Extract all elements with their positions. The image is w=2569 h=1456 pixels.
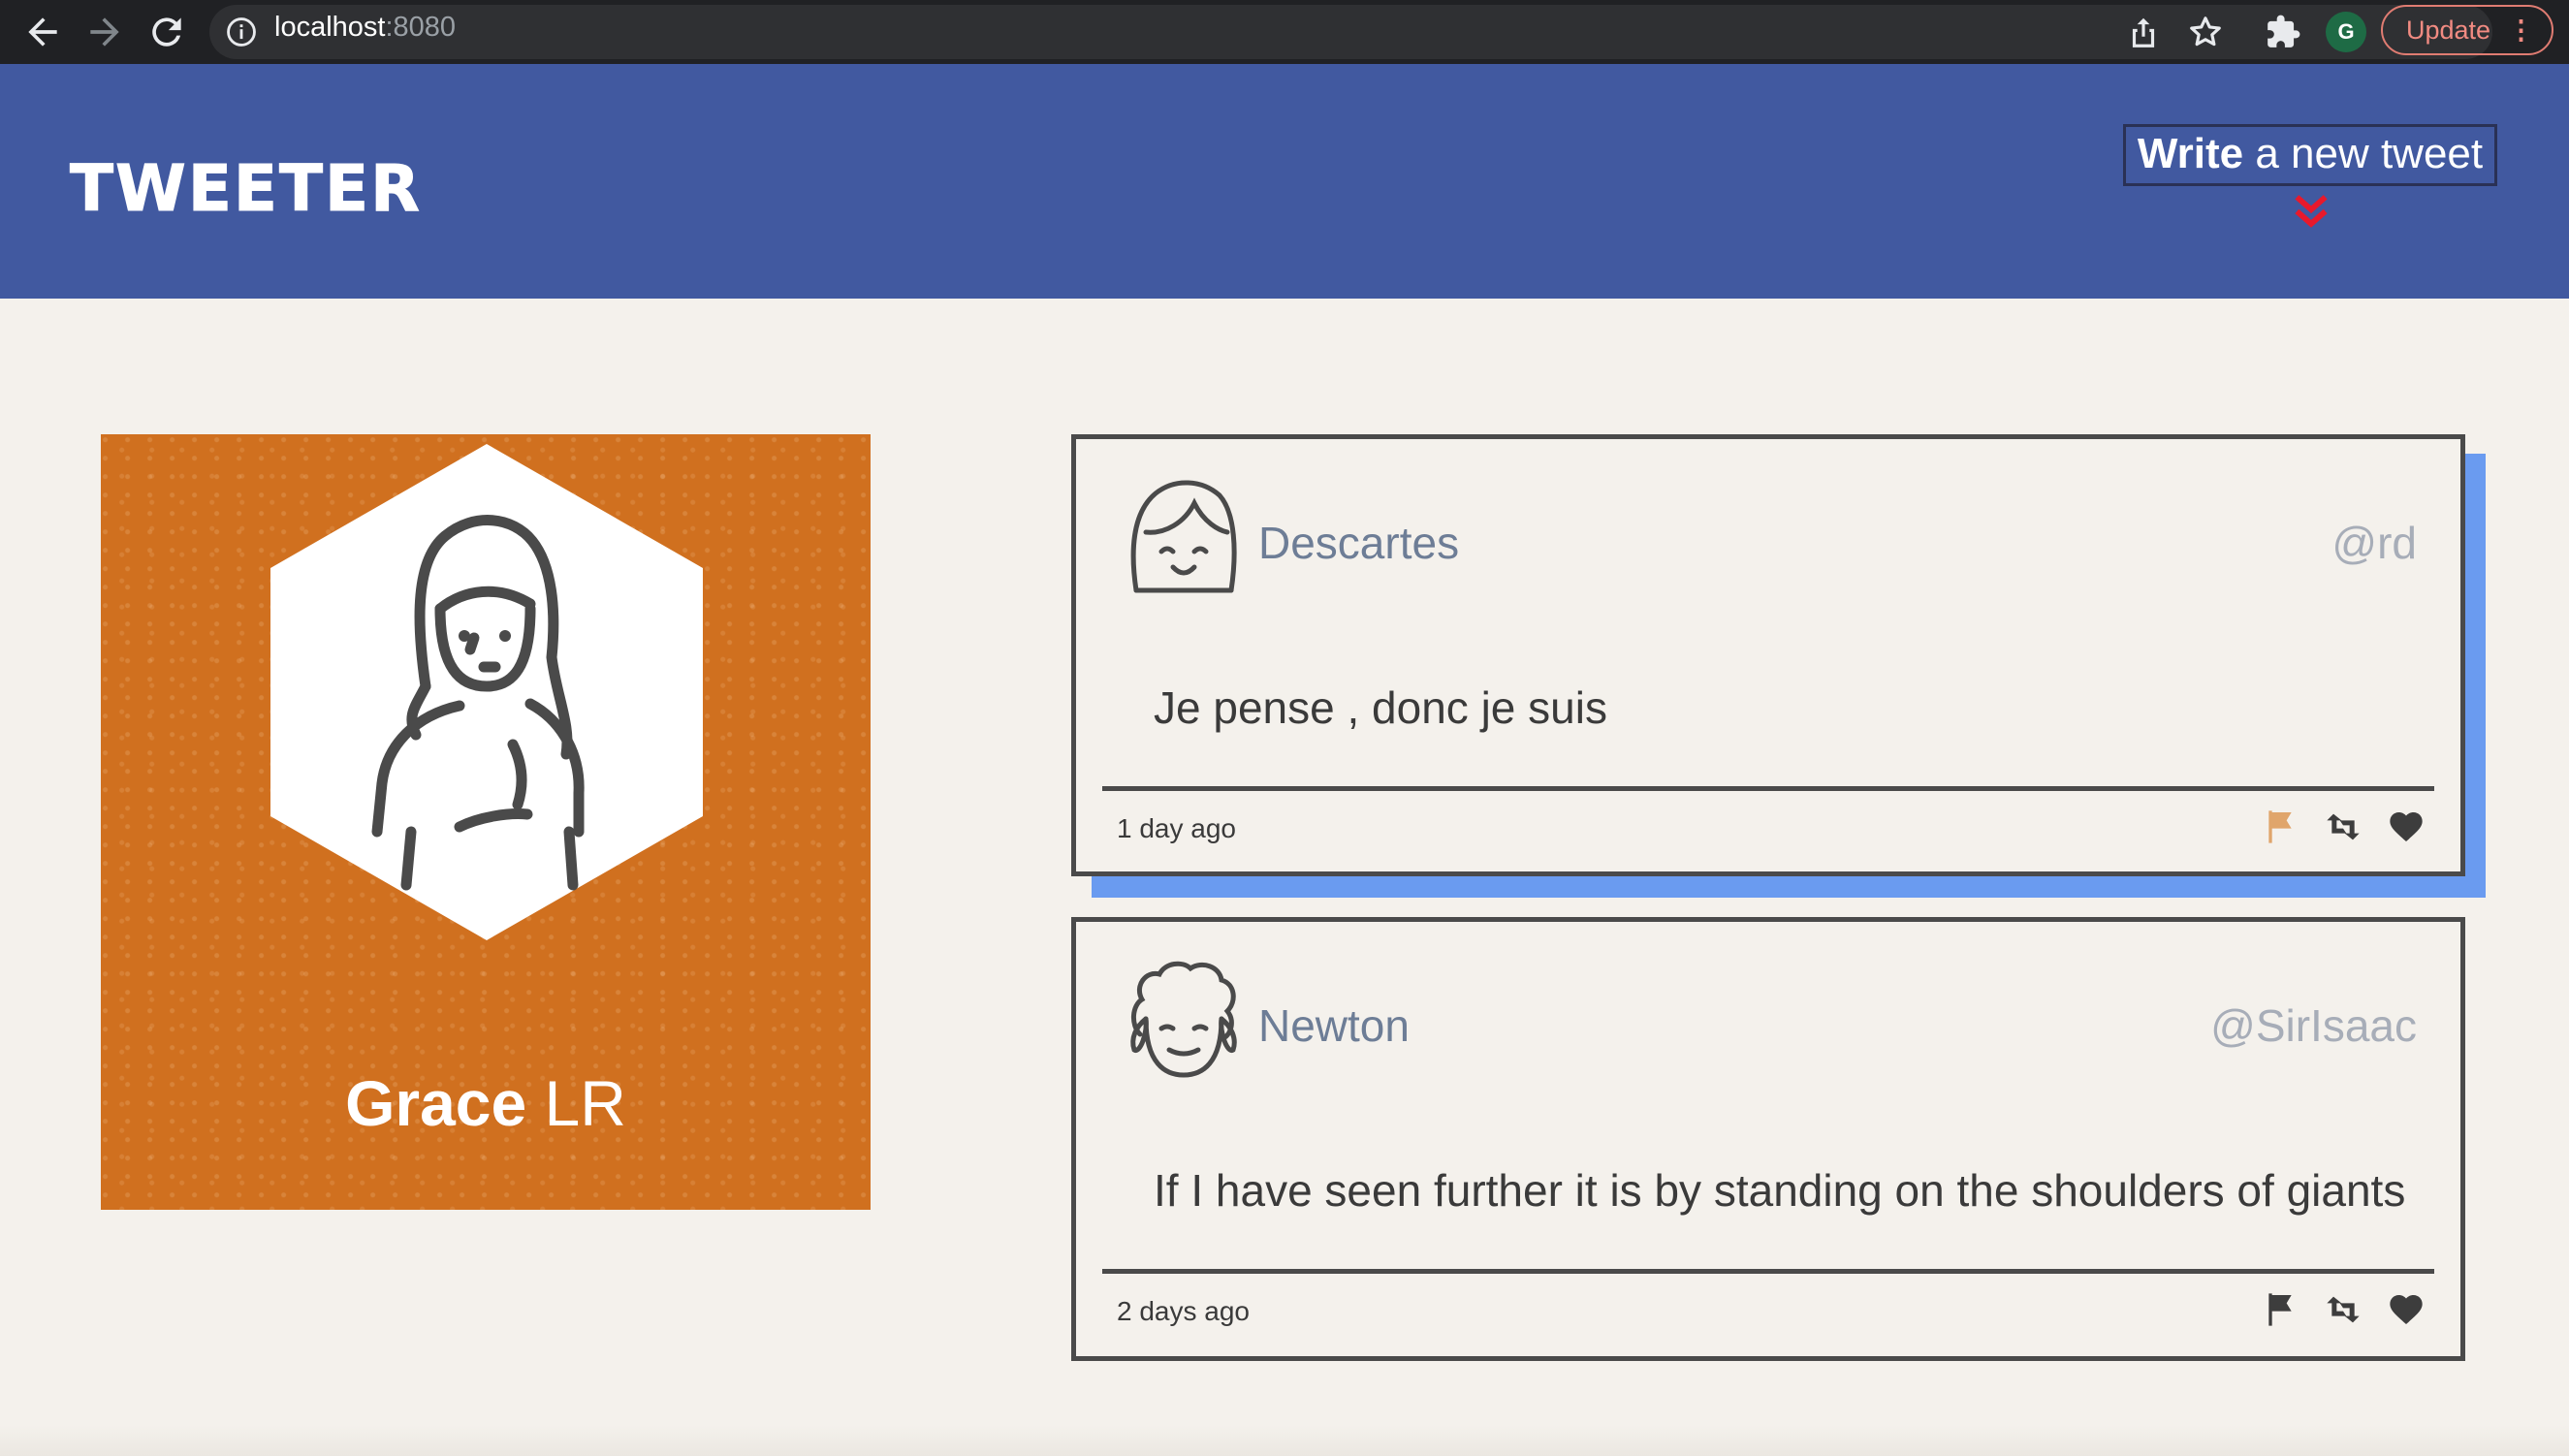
info-icon[interactable] — [225, 16, 258, 48]
reload-button[interactable] — [145, 11, 188, 53]
author-name[interactable]: Descartes — [1258, 517, 1459, 569]
tweet-divider — [1102, 1269, 2434, 1274]
tweet[interactable]: Newton @SirIsaac If I have seen further … — [1071, 917, 2465, 1361]
retweet-button[interactable] — [2324, 1290, 2363, 1329]
tweet[interactable]: Descartes @rd Je pense , donc je suis 1 … — [1071, 434, 2465, 876]
profile-first-name: Grace — [345, 1067, 527, 1139]
user-avatar-icon — [270, 444, 703, 940]
share-icon — [2132, 17, 2155, 47]
retweet-icon — [2327, 1296, 2360, 1323]
app-logo[interactable]: TWEETER — [70, 151, 422, 227]
double-chevron-down-icon[interactable] — [2290, 190, 2332, 233]
author-avatar-icon — [1130, 480, 1237, 593]
share-button[interactable] — [2125, 14, 2162, 50]
compose-label-rest: a new tweet — [2243, 130, 2484, 177]
tweet-timestamp: 2 days ago — [1117, 1296, 1250, 1326]
bookmark-button[interactable] — [2187, 14, 2224, 50]
star-icon — [2190, 16, 2221, 47]
app-header: TWEETER Write a new tweet — [0, 64, 2569, 299]
profile-card: Grace LR — [101, 434, 871, 1210]
profile-avatar[interactable]: G — [2326, 12, 2366, 52]
profile-last-name: LR — [526, 1067, 626, 1139]
update-button[interactable]: Update ⋮ — [2381, 5, 2553, 55]
tweet-divider — [1102, 786, 2434, 791]
tweet-text: Je pense , donc je suis — [1154, 682, 1607, 733]
page-bottom-edge — [0, 1425, 2569, 1456]
menu-dots-icon: ⋮ — [2508, 16, 2534, 45]
url-host: localhost — [274, 12, 386, 43]
profile-name: Grace LR — [101, 1066, 871, 1140]
author-avatar-icon — [1130, 961, 1237, 1078]
extensions-button[interactable] — [2265, 14, 2301, 50]
flag-button[interactable] — [2261, 1290, 2299, 1329]
flag-icon — [2268, 810, 2292, 843]
update-label: Update — [2406, 16, 2491, 45]
reload-icon — [152, 17, 181, 47]
forward-button[interactable] — [83, 11, 126, 53]
like-button[interactable] — [2387, 807, 2426, 846]
url-text[interactable]: localhost:8080 — [274, 12, 456, 44]
url-port: :8080 — [385, 12, 457, 43]
like-button[interactable] — [2387, 1290, 2426, 1329]
heart-icon — [2390, 1295, 2423, 1324]
retweet-icon — [2327, 813, 2360, 840]
back-icon — [28, 17, 57, 47]
flag-button[interactable] — [2261, 807, 2299, 846]
tweet-timestamp: 1 day ago — [1117, 813, 1236, 843]
retweet-button[interactable] — [2324, 807, 2363, 846]
author-name[interactable]: Newton — [1258, 999, 1410, 1052]
flag-icon — [2268, 1293, 2292, 1326]
compose-tweet-button[interactable]: Write a new tweet — [2123, 124, 2497, 186]
compose-label-bold: Write — [2137, 130, 2244, 177]
extensions-icon — [2268, 15, 2300, 47]
author-handle[interactable]: @rd — [2331, 517, 2417, 569]
heart-icon — [2390, 812, 2423, 841]
back-button[interactable] — [21, 11, 64, 53]
author-handle[interactable]: @SirIsaac — [2210, 999, 2417, 1052]
tweet-text: If I have seen further it is by standing… — [1154, 1165, 2406, 1216]
browser-toolbar: localhost:8080 G Update ⋮ — [0, 0, 2569, 64]
forward-icon — [90, 17, 119, 47]
